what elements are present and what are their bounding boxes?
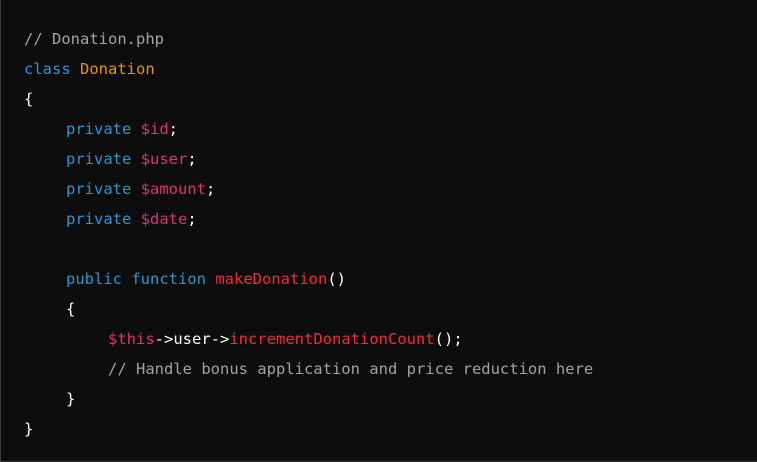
code-line-11: $this->user->incrementDonationCount(); — [24, 324, 757, 354]
private-keyword: private — [66, 210, 132, 228]
code-line-14: } — [24, 414, 757, 444]
call-tail: (); — [434, 330, 463, 348]
private-keyword: private — [66, 150, 132, 168]
property-date: $date — [140, 210, 188, 228]
code-line-5: private $user; — [24, 144, 757, 174]
property-id: $id — [140, 120, 169, 138]
arrow-operator: -> — [154, 330, 174, 348]
arrow-operator: -> — [210, 330, 230, 348]
code-line-10: { — [24, 294, 757, 324]
semicolon: ; — [187, 150, 197, 168]
public-keyword: public — [66, 270, 122, 288]
method-close-brace: } — [66, 390, 76, 408]
inner-comment: // Handle bonus application and price re… — [108, 360, 594, 378]
method-name: makeDonation — [215, 270, 328, 288]
code-line-3: { — [24, 84, 757, 114]
method-open-brace: { — [66, 300, 76, 318]
class-keyword: class — [24, 60, 71, 78]
code-line-6: private $amount; — [24, 174, 757, 204]
code-line-2: class Donation — [24, 54, 757, 84]
code-line-7: private $date; — [24, 204, 757, 234]
semicolon: ; — [206, 180, 216, 198]
class-name: Donation — [80, 60, 155, 78]
private-keyword: private — [66, 120, 132, 138]
code-block: // Donation.php class Donation { private… — [0, 0, 757, 462]
semicolon: ; — [168, 120, 179, 138]
semicolon: ; — [187, 210, 197, 228]
this-variable: $this — [108, 330, 155, 348]
code-line-12: // Handle bonus application and price re… — [24, 354, 757, 384]
method-parens: () — [327, 270, 346, 288]
class-open-brace: { — [24, 90, 34, 108]
function-keyword: function — [131, 270, 206, 288]
code-line-13: } — [24, 384, 757, 414]
file-comment: // Donation.php — [24, 30, 164, 48]
property-user: $user — [140, 150, 188, 168]
user-member: user — [173, 330, 211, 348]
code-line-4: private $id; — [24, 114, 757, 144]
call-name: incrementDonationCount — [229, 330, 435, 348]
class-close-brace: } — [24, 420, 34, 438]
property-amount: $amount — [140, 180, 206, 198]
private-keyword: private — [66, 180, 132, 198]
code-line-8-blank — [24, 234, 757, 264]
code-line-9: public function makeDonation() — [24, 264, 757, 294]
code-line-1: // Donation.php — [24, 24, 757, 54]
